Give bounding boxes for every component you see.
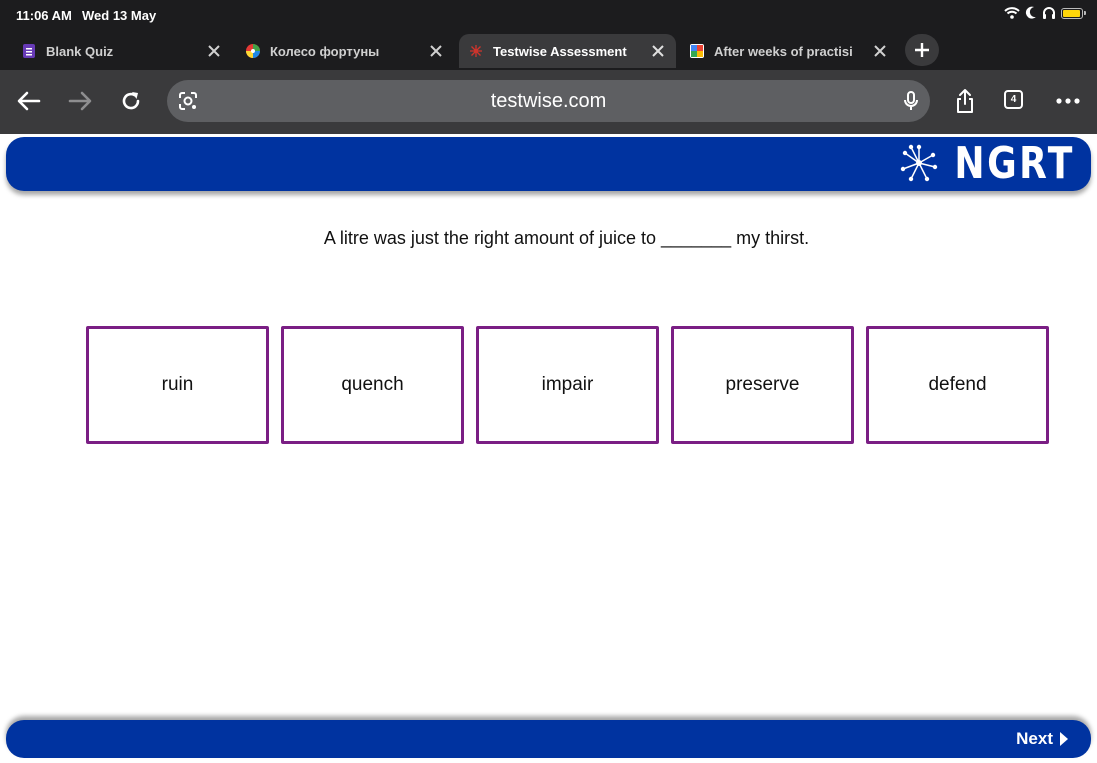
url-text[interactable]: testwise.com	[167, 80, 930, 122]
option-quench[interactable]: quench	[281, 326, 464, 444]
tab-koleso-fortuny[interactable]: Колесо фортуны	[236, 34, 454, 68]
option-impair[interactable]: impair	[476, 326, 659, 444]
back-button[interactable]	[14, 86, 44, 116]
reload-button[interactable]	[116, 86, 146, 116]
page-header: NGRT	[6, 137, 1091, 191]
more-options-button[interactable]	[1053, 86, 1083, 116]
status-bar: 11:06 AM Wed 13 May	[0, 0, 1097, 30]
gd-icon	[690, 44, 704, 58]
reload-icon	[122, 92, 140, 110]
headphones-icon	[1043, 7, 1055, 19]
play-arrow-icon	[1060, 732, 1068, 746]
tab-count-button[interactable]: 4	[1004, 90, 1023, 109]
color-wheel-icon	[246, 44, 260, 58]
microphone-icon[interactable]	[900, 90, 922, 112]
option-defend[interactable]: defend	[866, 326, 1049, 444]
tab-label: After weeks of practisi	[714, 43, 853, 59]
new-tab-button[interactable]	[905, 34, 939, 66]
option-ruin[interactable]: ruin	[86, 326, 269, 444]
share-icon	[957, 89, 973, 113]
tab-after-weeks[interactable]: After weeks of practisi	[680, 34, 898, 68]
close-icon[interactable]	[650, 43, 666, 59]
arrow-right-icon	[68, 91, 92, 111]
next-button[interactable]: Next	[1016, 729, 1069, 749]
status-date: Wed 13 May	[82, 8, 157, 23]
forward-button[interactable]	[65, 86, 95, 116]
tab-label: Testwise Assessment	[493, 43, 627, 59]
share-button[interactable]	[950, 86, 980, 116]
question-text: A litre was just the right amount of jui…	[323, 228, 810, 248]
tab-label: Колесо фортуны	[270, 43, 380, 59]
brand-logo: NGRT	[954, 138, 1075, 189]
more-icon	[1056, 98, 1080, 104]
moon-icon	[1025, 6, 1036, 19]
google-forms-icon	[23, 44, 35, 58]
option-preserve[interactable]: preserve	[671, 326, 854, 444]
tab-blank-quiz[interactable]: Blank Quiz	[0, 34, 232, 68]
ngrt-star-icon	[900, 144, 938, 182]
status-time: 11:06 AM	[16, 8, 72, 23]
status-icons	[1004, 6, 1086, 20]
close-icon[interactable]	[872, 43, 888, 59]
address-bar[interactable]: testwise.com	[167, 80, 930, 122]
wifi-icon	[1004, 7, 1020, 19]
battery-icon	[1061, 7, 1086, 19]
next-label: Next	[1016, 729, 1053, 748]
close-icon[interactable]	[206, 43, 222, 59]
tab-label: Blank Quiz	[46, 43, 114, 59]
browser-toolbar: testwise.com 4	[0, 70, 1097, 134]
arrow-left-icon	[17, 91, 41, 111]
close-icon[interactable]	[428, 43, 444, 59]
plus-icon	[915, 43, 929, 57]
tab-testwise-assessment[interactable]: Testwise Assessment	[459, 34, 676, 68]
footer-bar: Next	[6, 720, 1091, 758]
testwise-icon	[470, 45, 482, 57]
